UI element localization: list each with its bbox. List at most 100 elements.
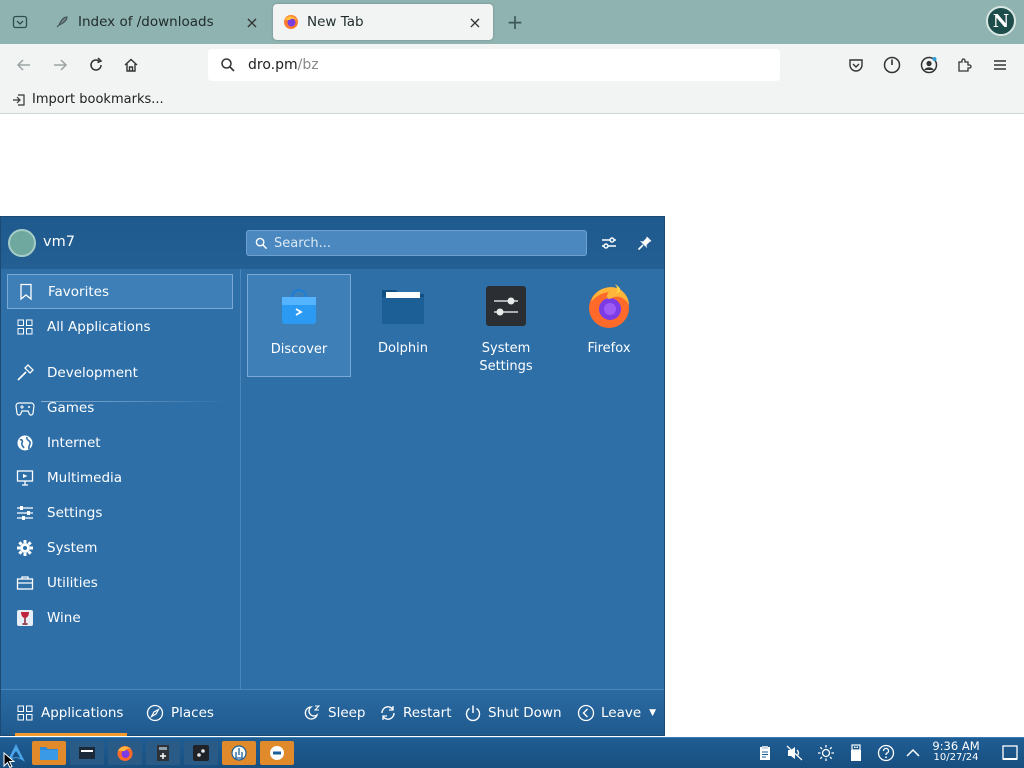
pin-icon bbox=[637, 236, 652, 251]
application-launcher: vm7 Favorites All Applications Developme… bbox=[0, 216, 665, 736]
new-tab-button[interactable]: + bbox=[504, 10, 526, 34]
network-icon bbox=[231, 745, 247, 761]
clock-time: 9:36 AM bbox=[932, 739, 980, 753]
category-label: Development bbox=[47, 364, 138, 381]
app-dolphin[interactable]: Dolphin bbox=[351, 274, 455, 377]
usb-tray[interactable] bbox=[846, 743, 866, 763]
calculator-icon bbox=[157, 745, 169, 761]
wine-glass-icon bbox=[15, 608, 35, 628]
show-hidden-tray-button[interactable] bbox=[903, 743, 923, 763]
task-calculator[interactable] bbox=[146, 741, 180, 765]
action-label: Shut Down bbox=[488, 705, 562, 721]
category-development[interactable]: Development bbox=[7, 355, 233, 390]
category-wine[interactable]: Wine bbox=[7, 600, 233, 635]
pocket-button[interactable] bbox=[844, 53, 868, 77]
category-multimedia[interactable]: Multimedia bbox=[7, 460, 233, 495]
close-icon[interactable]: × bbox=[467, 13, 483, 32]
app-label: Discover bbox=[270, 342, 328, 357]
grid-icon bbox=[15, 703, 35, 723]
task-firefox[interactable] bbox=[108, 741, 142, 765]
tab-places[interactable]: Places bbox=[145, 690, 214, 736]
hamburger-icon bbox=[994, 60, 1006, 70]
extensions-button[interactable] bbox=[952, 53, 976, 77]
leave-button[interactable]: Leave ▼ bbox=[576, 690, 656, 736]
discover-bag-icon bbox=[275, 283, 323, 331]
help-tray[interactable] bbox=[876, 743, 896, 763]
app-system-settings[interactable]: System Settings bbox=[454, 274, 558, 377]
tab-index-downloads[interactable]: Index of /downloads × bbox=[44, 4, 270, 40]
performance-button[interactable] bbox=[880, 53, 904, 77]
app-firefox[interactable]: Firefox bbox=[557, 274, 661, 377]
bookmark-icon bbox=[16, 282, 36, 302]
firefox-icon bbox=[117, 746, 133, 761]
category-favorites[interactable]: Favorites bbox=[7, 274, 233, 309]
tab-label: Applications bbox=[41, 705, 124, 721]
avatar[interactable] bbox=[8, 229, 36, 257]
app-label: Firefox bbox=[587, 341, 631, 356]
import-bookmarks-link[interactable]: Import bookmarks... bbox=[32, 92, 164, 107]
tab-title: Index of /downloads bbox=[78, 14, 214, 30]
configure-button[interactable] bbox=[597, 231, 621, 255]
reload-button[interactable] bbox=[84, 53, 108, 77]
rocket-icon bbox=[54, 14, 70, 30]
clipboard-tray[interactable] bbox=[755, 743, 775, 763]
leave-icon bbox=[576, 703, 596, 723]
settings-app-icon bbox=[482, 282, 530, 330]
help-icon bbox=[877, 744, 895, 762]
category-games[interactable]: Games bbox=[7, 390, 233, 425]
globe-icon bbox=[15, 433, 35, 453]
close-icon[interactable]: × bbox=[244, 13, 260, 32]
task-system-settings[interactable] bbox=[184, 741, 218, 765]
shut-down-button[interactable]: Shut Down bbox=[463, 690, 562, 736]
volume-tray[interactable] bbox=[785, 743, 805, 763]
category-label: System bbox=[47, 539, 98, 556]
task-window[interactable] bbox=[70, 741, 104, 765]
task-app[interactable] bbox=[260, 741, 294, 765]
puzzle-icon bbox=[958, 58, 972, 72]
digital-clock[interactable]: 9:36 AM 10/27/24 bbox=[924, 740, 988, 764]
account-avatar[interactable]: N bbox=[986, 6, 1016, 36]
category-sidebar: Favorites All Applications Development G… bbox=[1, 269, 241, 689]
restart-button[interactable]: Restart bbox=[378, 690, 452, 736]
category-settings[interactable]: Settings bbox=[7, 495, 233, 530]
task-dolphin[interactable] bbox=[32, 741, 66, 765]
category-utilities[interactable]: Utilities bbox=[7, 565, 233, 600]
plus-icon: + bbox=[506, 10, 524, 34]
gamepad-icon bbox=[15, 398, 35, 418]
category-system[interactable]: System bbox=[7, 530, 233, 565]
brightness-tray[interactable] bbox=[816, 743, 836, 763]
launcher-footer: Applications Places Sleep Restart Shut D… bbox=[1, 689, 664, 736]
sleep-icon bbox=[303, 703, 323, 723]
import-icon bbox=[12, 93, 26, 107]
tab-title: New Tab bbox=[307, 14, 364, 30]
category-label: Multimedia bbox=[47, 469, 123, 486]
category-label: Games bbox=[47, 399, 95, 416]
action-label: Sleep bbox=[328, 705, 366, 721]
sleep-button[interactable]: Sleep bbox=[303, 690, 366, 736]
url-path: /bz bbox=[297, 57, 319, 73]
url-bar[interactable]: dro.pm/bz bbox=[208, 49, 780, 81]
forward-button[interactable] bbox=[48, 53, 72, 77]
launcher-search-box[interactable] bbox=[246, 230, 587, 256]
username: vm7 bbox=[43, 234, 75, 250]
bookmarks-toolbar: Import bookmarks... bbox=[0, 86, 1024, 114]
tab-applications[interactable]: Applications bbox=[15, 690, 128, 736]
menu-button[interactable] bbox=[988, 53, 1012, 77]
action-label: Restart bbox=[403, 705, 452, 721]
desktop-icon bbox=[1002, 745, 1018, 760]
tab-new-tab[interactable]: New Tab × bbox=[273, 4, 493, 40]
pin-button[interactable] bbox=[633, 231, 657, 255]
clipboard-icon bbox=[760, 746, 770, 760]
compass-icon bbox=[145, 703, 165, 723]
task-network[interactable] bbox=[222, 741, 256, 765]
account-button[interactable] bbox=[917, 53, 941, 77]
back-button[interactable] bbox=[12, 53, 36, 77]
home-button[interactable] bbox=[119, 53, 143, 77]
app-discover[interactable]: Discover bbox=[247, 274, 351, 377]
category-all-applications[interactable]: All Applications bbox=[7, 309, 233, 344]
tab-list-button[interactable] bbox=[8, 10, 32, 34]
category-label: Wine bbox=[47, 609, 81, 626]
show-desktop-button[interactable] bbox=[1000, 743, 1020, 763]
category-internet[interactable]: Internet bbox=[7, 425, 233, 460]
search-input[interactable] bbox=[274, 235, 574, 251]
